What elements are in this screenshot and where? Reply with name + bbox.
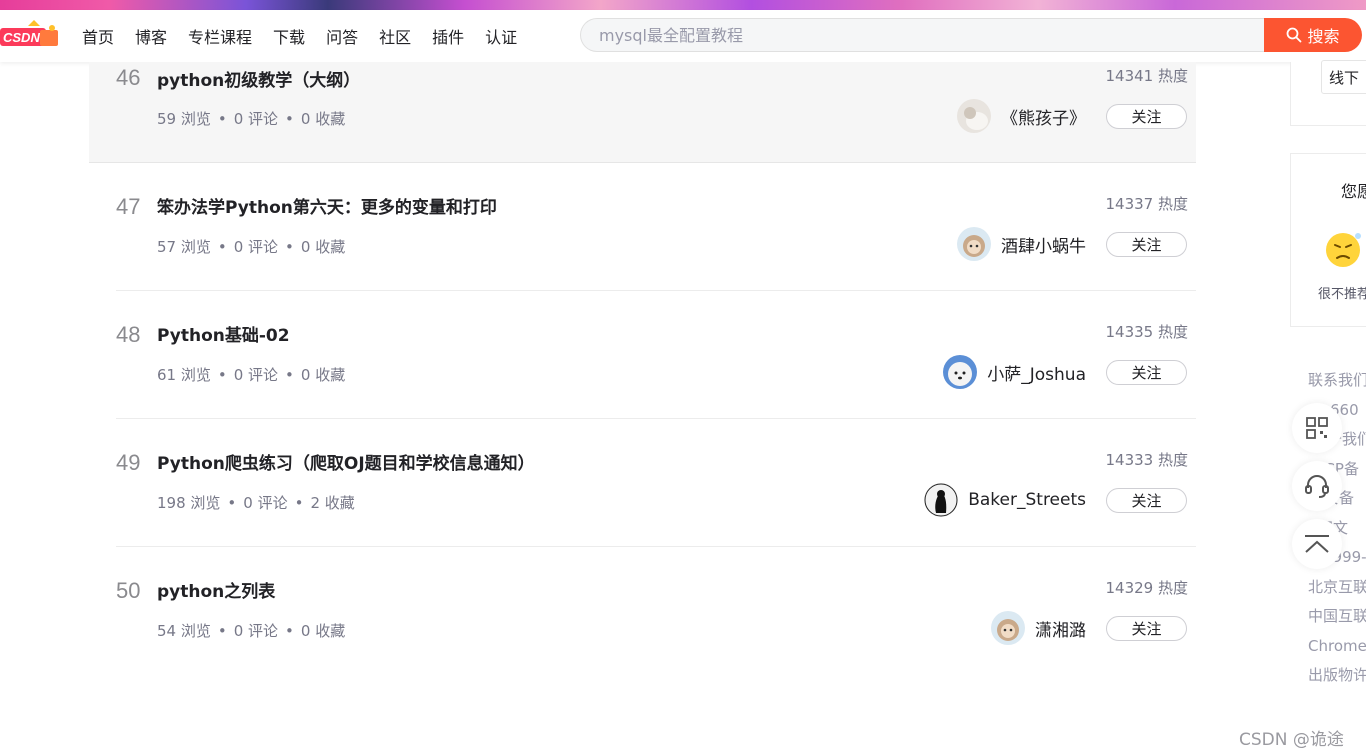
heat-count: 14335 热度 — [1105, 323, 1189, 341]
author-name[interactable]: 小萨_Joshua — [987, 360, 1086, 385]
article-stats: 54 浏览 • 0 评论 • 0 收藏 — [157, 622, 346, 640]
author-name[interactable]: 潇湘潞 — [1035, 616, 1086, 641]
article-stats: 61 浏览 • 0 评论 • 0 收藏 — [157, 366, 346, 384]
favorites-count: 0 收藏 — [300, 622, 346, 640]
angry-face-icon[interactable] — [1325, 230, 1363, 272]
article-stats: 59 浏览 • 0 评论 • 0 收藏 — [157, 110, 346, 128]
follow-button[interactable]: 关注 — [1106, 616, 1187, 641]
nav-plugins[interactable]: 插件 — [432, 24, 464, 48]
comments-count: 0 评论 — [233, 366, 279, 384]
chevron-up-icon — [1305, 535, 1329, 553]
list-item[interactable]: 50 python之列表 14329 热度 54 浏览 • 0 评论 • 0 收藏 潇湘… — [116, 547, 1196, 674]
footer-link: 出版物许 — [1308, 666, 1366, 684]
article-title[interactable]: Python基础-02 — [157, 321, 290, 346]
customer-service-button[interactable] — [1292, 461, 1342, 511]
nav-qa[interactable]: 问答 — [326, 24, 358, 48]
list-item[interactable]: 47 笨办法学Python第六天：更多的变量和打印 14337 热度 57 浏览… — [116, 163, 1196, 291]
follow-button[interactable]: 关注 — [1106, 488, 1187, 513]
search-button-label: 搜索 — [1307, 27, 1340, 46]
heat-count: 14337 热度 — [1105, 195, 1189, 213]
favorites-count: 2 收藏 — [310, 494, 355, 512]
search-button[interactable]: 搜索 — [1264, 18, 1362, 52]
search-icon — [1287, 27, 1302, 43]
search-input[interactable] — [581, 19, 1239, 51]
offline-pill[interactable]: 线下 — [1321, 60, 1366, 94]
avatar[interactable] — [957, 227, 991, 261]
avatar[interactable] — [924, 483, 959, 517]
svg-text:CSDN: CSDN — [3, 30, 40, 45]
comments-count: 0 评论 — [233, 110, 279, 128]
author-info[interactable]: 酒肆小蜗牛 — [957, 227, 1086, 261]
comments-count: 0 评论 — [233, 622, 279, 640]
views-count: 198 浏览 — [157, 494, 221, 512]
views-count: 54 浏览 — [157, 622, 211, 640]
footer-link: 中国互联 — [1308, 607, 1366, 625]
list-item[interactable]: 46 python初级教学（大纲） 14341 热度 59 浏览 • 0 评论 • 0 … — [89, 62, 1196, 163]
nav-community[interactable]: 社区 — [379, 24, 411, 48]
top-banner — [0, 0, 1366, 10]
csdn-logo[interactable]: CSDN — [0, 18, 62, 54]
footer-link: 北京互联 — [1308, 577, 1366, 596]
article-stats: 57 浏览 • 0 评论 • 0 收藏 — [157, 238, 346, 256]
nav-home[interactable]: 首页 — [82, 24, 114, 48]
avatar[interactable] — [943, 355, 978, 389]
follow-button[interactable]: 关注 — [1106, 360, 1187, 385]
follow-button[interactable]: 关注 — [1106, 104, 1187, 129]
article-title[interactable]: 笨办法学Python第六天：更多的变量和打印 — [157, 193, 497, 218]
sidebar-card-top: 线下 — [1290, 60, 1366, 126]
nav-blog[interactable]: 博客 — [135, 24, 167, 48]
heat-count: 14333 热度 — [1105, 451, 1189, 469]
main-nav: 首页 博客 专栏课程 下载 问答 社区 插件 认证 — [82, 10, 538, 62]
favorites-count: 0 收藏 — [300, 366, 346, 384]
back-to-top-button[interactable] — [1292, 519, 1342, 569]
headset-icon — [1305, 475, 1329, 498]
rank-number: 49 — [116, 450, 141, 475]
nav-certification[interactable]: 认证 — [485, 24, 517, 48]
article-stats: 198 浏览 • 0 评论 • 2 收藏 — [157, 494, 355, 512]
watermark: CSDN @诡途 — [1239, 730, 1344, 750]
author-info[interactable]: Baker_Streets — [924, 483, 1086, 517]
article-title[interactable]: python初级教学（大纲） — [157, 66, 360, 91]
feedback-card: 您愿 很不推荐 — [1290, 153, 1366, 327]
comments-count: 0 评论 — [243, 494, 288, 512]
author-name[interactable]: Baker_Streets — [968, 490, 1086, 510]
nav-courses[interactable]: 专栏课程 — [188, 24, 252, 48]
comments-count: 0 评论 — [233, 238, 279, 256]
rank-number: 48 — [116, 322, 141, 347]
footer-link[interactable]: 联系我们 — [1308, 370, 1366, 400]
search-box — [580, 18, 1264, 52]
avatar[interactable] — [991, 611, 1025, 645]
avatar[interactable] — [957, 99, 991, 133]
author-name[interactable]: 酒肆小蜗牛 — [1001, 232, 1086, 257]
footer-link: Chrome — [1308, 636, 1366, 655]
author-name[interactable]: 《熊孩子》 — [1001, 104, 1086, 129]
emoji-label: 很不推荐 — [1318, 287, 1366, 302]
hot-article-list: 46 python初级教学（大纲） 14341 热度 59 浏览 • 0 评论 • 0 … — [89, 62, 1196, 674]
favorites-count: 0 收藏 — [300, 110, 346, 128]
heat-count: 14329 热度 — [1105, 579, 1189, 597]
feedback-question: 您愿 — [1341, 182, 1366, 201]
views-count: 61 浏览 — [157, 366, 211, 384]
views-count: 59 浏览 — [157, 110, 211, 128]
heat-count: 14341 热度 — [1105, 67, 1189, 85]
article-title[interactable]: Python爬虫练习（爬取OJ题目和学校信息通知） — [157, 449, 535, 474]
author-info[interactable]: 《熊孩子》 — [957, 99, 1086, 133]
favorites-count: 0 收藏 — [300, 238, 346, 256]
rank-number: 46 — [116, 65, 141, 90]
views-count: 57 浏览 — [157, 238, 211, 256]
nav-download[interactable]: 下载 — [273, 24, 305, 48]
author-info[interactable]: 潇湘潞 — [991, 611, 1086, 645]
follow-button[interactable]: 关注 — [1106, 232, 1187, 257]
list-item[interactable]: 49 Python爬虫练习（爬取OJ题目和学校信息通知） 14333 热度 19… — [116, 419, 1196, 547]
article-title[interactable]: python之列表 — [157, 577, 275, 602]
qrcode-button[interactable] — [1292, 403, 1342, 453]
author-info[interactable]: 小萨_Joshua — [943, 355, 1086, 389]
rank-number: 47 — [116, 194, 141, 219]
qrcode-icon — [1306, 417, 1328, 439]
list-item[interactable]: 48 Python基础-02 14335 热度 61 浏览 • 0 评论 • 0 收藏 … — [116, 291, 1196, 419]
rank-number: 50 — [116, 578, 141, 603]
top-toolbar: CSDN 首页 博客 专栏课程 下载 问答 社区 插件 认证 搜索 — [0, 10, 1366, 62]
